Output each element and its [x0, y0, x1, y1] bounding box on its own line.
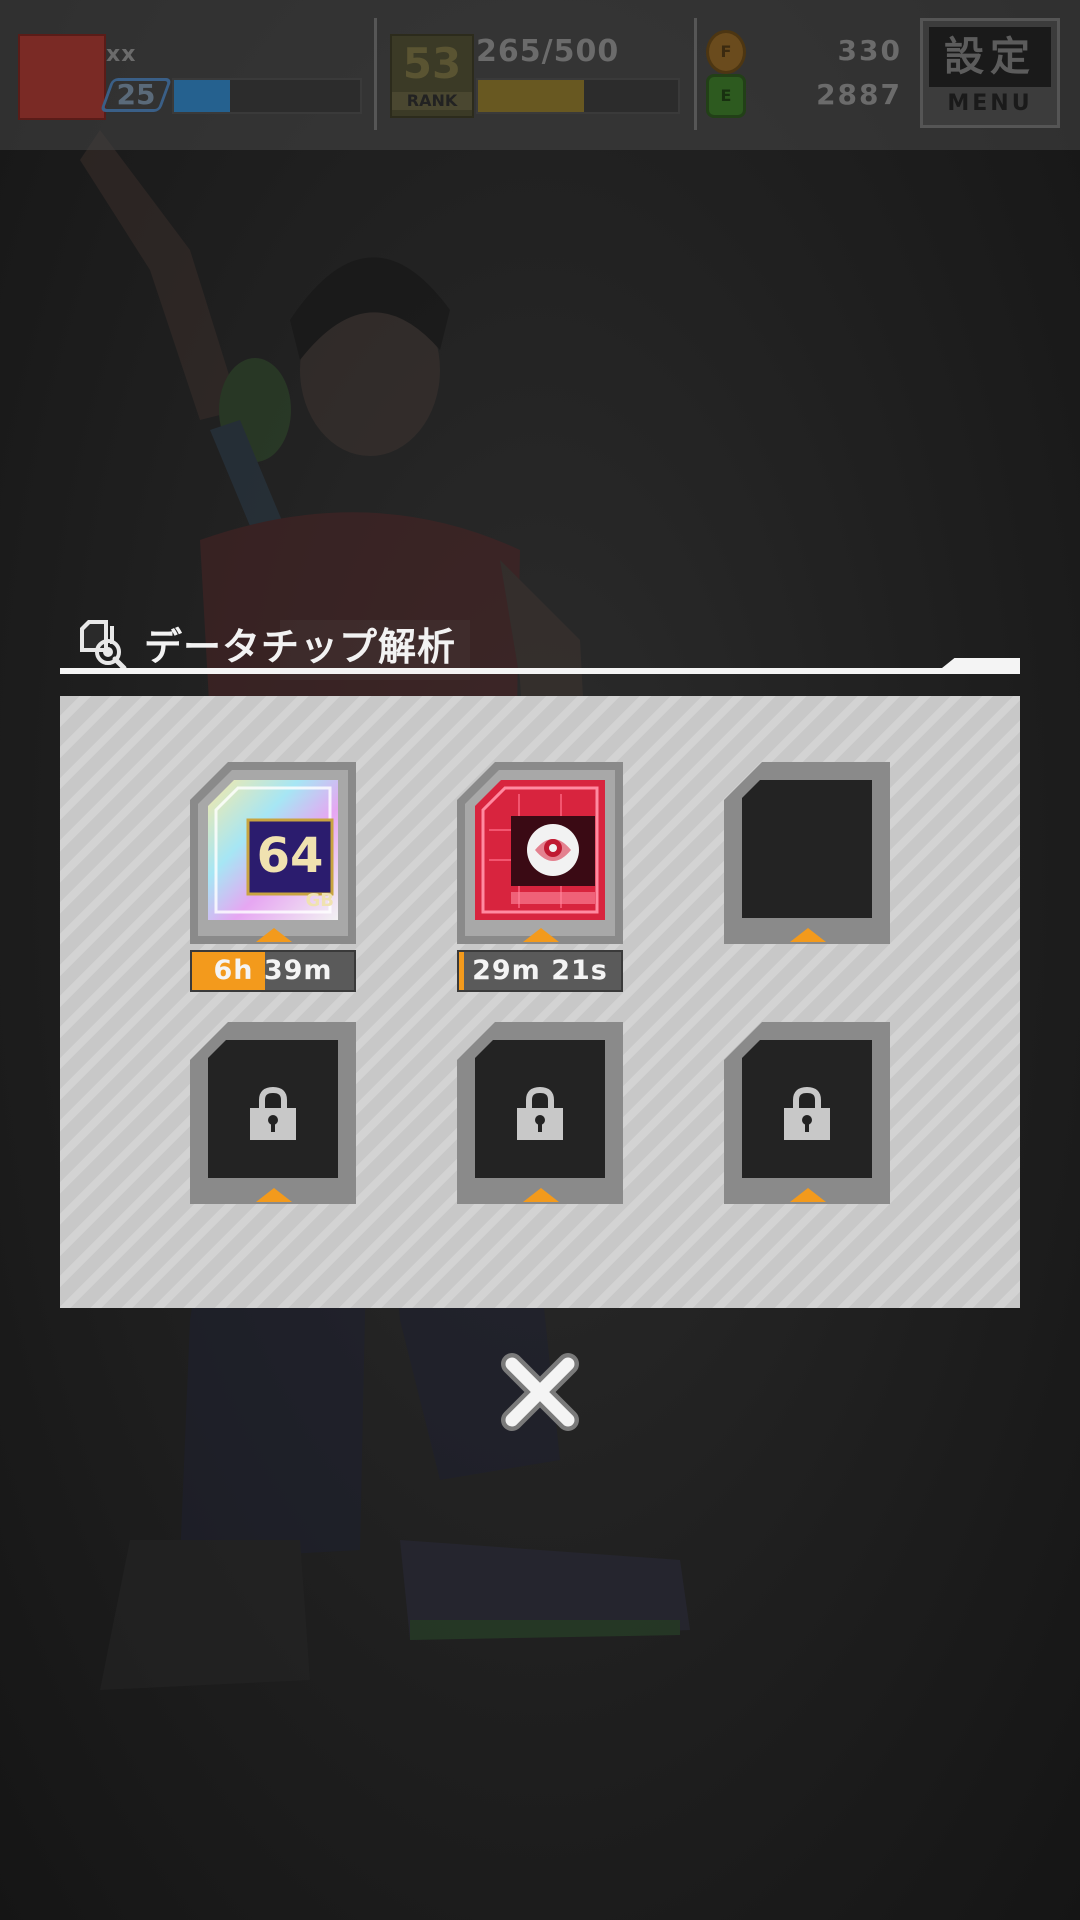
- top-hud: xx 25 53 RANK 265/500 F 330 E 2887 設定 ME…: [0, 0, 1080, 150]
- player-name: xx: [106, 42, 137, 67]
- slot-arrow-icon: [790, 1188, 826, 1202]
- menu-kanji: 設定: [929, 27, 1051, 87]
- rank-icon: 53 RANK: [390, 34, 474, 118]
- slot-arrow-icon: [523, 928, 559, 942]
- player-level-badge: 25: [106, 78, 166, 112]
- chip-timer-bar: 6h 39m: [190, 950, 356, 992]
- chip-capacity-unit: GB: [305, 890, 335, 911]
- stamina-bar-fill: [478, 80, 584, 112]
- modal-title: データチップ解析: [144, 625, 457, 669]
- exp-bar-fill: [174, 80, 230, 112]
- lock-icon: [784, 1086, 830, 1140]
- slot-arrow-icon: [256, 928, 292, 942]
- rank-number: 53: [402, 39, 462, 88]
- close-icon[interactable]: [498, 1350, 582, 1434]
- chip-slot-5[interactable]: [457, 1022, 623, 1204]
- lock-icon: [250, 1086, 296, 1140]
- chip-timer-text: 29m 21s: [472, 955, 608, 986]
- hud-divider: [374, 18, 377, 130]
- chip-slot-1[interactable]: 64 GB 6h 39m: [190, 762, 356, 992]
- stamina-bar: [476, 78, 680, 114]
- menu-button[interactable]: 設定 MENU: [920, 18, 1060, 128]
- chip-timer-bar: 29m 21s: [457, 950, 623, 992]
- stamina-text: 265/500: [476, 34, 620, 69]
- chip-slot-panel: 64 GB 6h 39m 29m 21s: [60, 696, 1020, 1308]
- f-coin-icon: F: [706, 30, 746, 74]
- chip-slot-2[interactable]: 29m 21s: [457, 762, 623, 992]
- chip-slot-6[interactable]: [724, 1022, 890, 1204]
- modal-header: データチップ解析: [60, 612, 1020, 672]
- modal-title-underline: [60, 668, 1020, 674]
- exp-bar: [172, 78, 362, 114]
- hud-divider: [694, 18, 697, 130]
- chip-capacity: 64: [256, 828, 324, 884]
- chip-timer-text: 6h 39m: [213, 955, 333, 986]
- e-can-icon: E: [706, 74, 746, 118]
- chip-slot-4[interactable]: [190, 1022, 356, 1204]
- menu-label: MENU: [947, 91, 1033, 116]
- rank-label: RANK: [392, 92, 472, 110]
- slot-arrow-icon: [790, 928, 826, 942]
- lock-icon: [517, 1086, 563, 1140]
- player-level: 25: [116, 78, 156, 111]
- player-avatar[interactable]: [18, 34, 106, 120]
- game-screen: xx 25 53 RANK 265/500 F 330 E 2887 設定 ME…: [0, 0, 1080, 1920]
- f-coin-value: 330: [837, 34, 902, 67]
- rose-chip-icon: [475, 780, 605, 920]
- chip-slot-frame: [724, 762, 890, 944]
- chip-slot-3[interactable]: [724, 762, 890, 944]
- e-can-value: 2887: [816, 78, 902, 111]
- chip-search-icon: [80, 620, 127, 670]
- slot-arrow-icon: [523, 1188, 559, 1202]
- slot-arrow-icon: [256, 1188, 292, 1202]
